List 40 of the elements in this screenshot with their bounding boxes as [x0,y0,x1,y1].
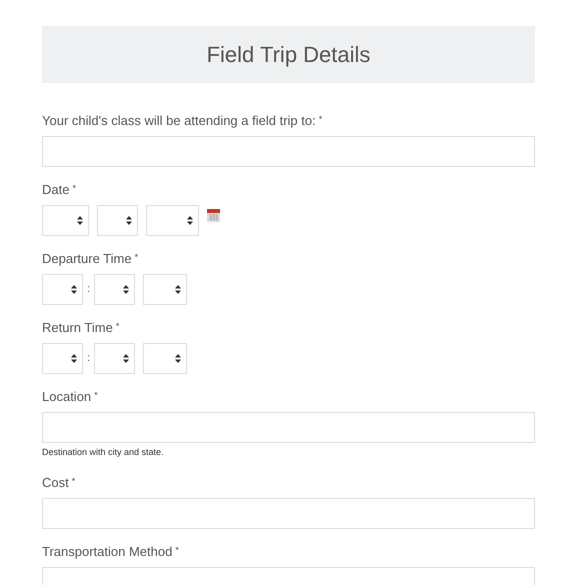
required-mark: * [116,320,120,332]
time-separator: : [87,282,90,298]
required-mark: * [175,544,179,556]
time-separator: : [87,351,90,366]
required-mark: * [94,389,98,401]
select-field[interactable] [42,205,89,236]
text-field[interactable] [42,412,535,443]
help-text: Destination with city and state. [42,446,165,459]
field-label: Return Time [42,320,113,336]
field-label: Departure Time [42,251,132,267]
up-down-arrows-icon [175,285,182,294]
select-field[interactable] [143,274,188,305]
select-field[interactable] [42,343,83,374]
select-field[interactable] [143,343,188,374]
up-down-arrows-icon [175,354,182,363]
required-mark: * [72,474,76,486]
field-label: Location [42,389,92,405]
up-down-arrows-icon [71,285,77,294]
up-down-arrows-icon [77,216,83,225]
select-field[interactable] [94,343,136,374]
up-down-arrows-icon [123,354,130,363]
required-mark: * [134,251,138,263]
text-field[interactable] [42,498,535,528]
select-field[interactable] [94,274,136,305]
up-down-arrows-icon [71,354,77,363]
select-field[interactable] [97,205,138,236]
field-label: Transportation Method [42,544,172,560]
field-label: Cost [42,474,69,490]
field-label: Your child's class will be attending a field trip to: [42,113,316,129]
text-field[interactable] [42,136,535,167]
up-down-arrows-icon [187,216,193,225]
up-down-arrows-icon [123,285,130,294]
select-field[interactable] [146,205,199,236]
required-mark: * [72,182,76,194]
select-field[interactable] [42,274,83,305]
field-label: Date [42,182,70,198]
up-down-arrows-icon [126,216,132,225]
form-title: Field Trip Details [206,41,370,69]
calendar-icon[interactable] [207,209,220,222]
required-mark: * [318,113,322,125]
